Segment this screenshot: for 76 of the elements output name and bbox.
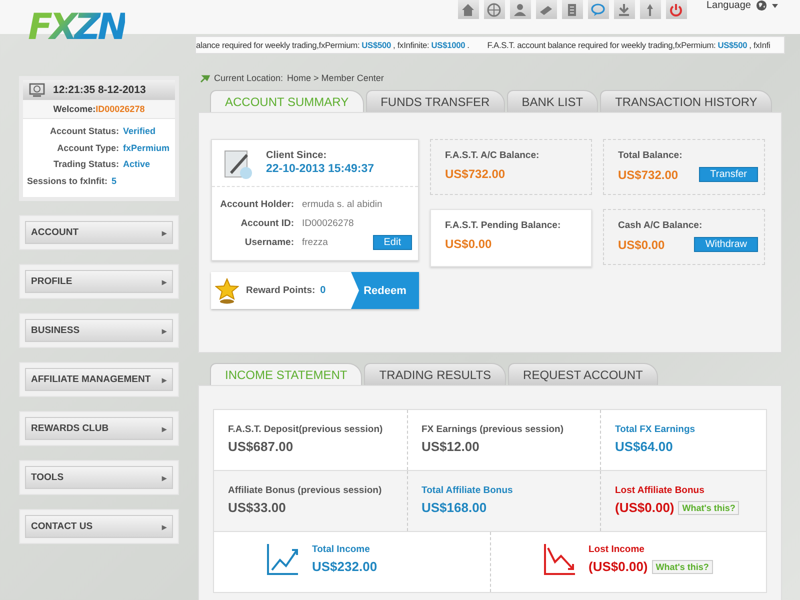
status-value: fxPermium <box>123 142 170 153</box>
menu-item[interactable]: ACCOUNT ▸ <box>25 221 173 244</box>
client-since-date: 22-10-2013 15:49:37 <box>266 163 374 175</box>
welcome-id: ID00026278 <box>96 104 145 114</box>
balance-amount: US$732.00 <box>618 168 678 182</box>
balance-amount: US$0.00 <box>618 238 665 252</box>
home-icon[interactable] <box>458 0 478 19</box>
location-label: Current Location: <box>214 73 284 83</box>
rising-chart-icon <box>266 544 300 576</box>
status-label: Sessions to fxInfit: <box>27 176 108 186</box>
chat-icon[interactable] <box>588 0 608 19</box>
globe-icon[interactable] <box>756 0 767 11</box>
income-label: Affiliate Bonus (previous session) <box>228 485 383 496</box>
income-amount: US$33.00 <box>228 500 286 515</box>
income-amount: US$687.00 <box>228 439 294 454</box>
balance-label: Total Balance: <box>618 150 684 161</box>
status-value: Active <box>123 159 150 170</box>
balance-amount: US$0.00 <box>445 237 492 251</box>
tab[interactable]: TRANSACTION HISTORY <box>600 90 772 112</box>
menu-item[interactable]: AFFILIATE MANAGEMENT ▸ <box>25 368 173 391</box>
user-icon[interactable] <box>510 0 530 19</box>
breadcrumb-path[interactable]: Home > Member Center <box>287 73 384 83</box>
power-icon[interactable] <box>666 0 686 19</box>
detail-label: Account Holder: <box>219 199 294 210</box>
pin-icon <box>200 73 210 83</box>
tab[interactable]: BANK LIST <box>506 90 598 112</box>
detail-value: ermuda s. al abidin <box>302 199 384 210</box>
income-label: Total FX Earnings <box>615 424 696 435</box>
income-amount: US$12.00 <box>422 439 480 454</box>
tab[interactable]: TRADING RESULTS <box>364 363 506 385</box>
status-label: Trading Status: <box>52 159 119 170</box>
clock-time: 12:21:35 8-12-2013 <box>53 84 146 96</box>
income-label: Total Affiliate Bonus <box>422 485 514 496</box>
document-icon[interactable] <box>562 0 582 19</box>
menu-item[interactable]: BUSINESS ▸ <box>25 319 173 342</box>
tab[interactable]: REQUEST ACCOUNT <box>508 363 658 385</box>
menu-item[interactable]: PROFILE ▸ <box>25 270 173 293</box>
income-amount: US$168.00 <box>422 500 487 515</box>
reward-value: 0 <box>320 285 326 296</box>
star-trophy-icon <box>215 278 239 304</box>
balance-label: F.A.S.T. A/C Balance: <box>445 150 540 161</box>
income-amount: (US$0.00) <box>615 500 674 515</box>
detail-value: frezza <box>302 237 329 248</box>
income-amount: (US$0.00) <box>588 559 648 574</box>
balance-amount: US$732.00 <box>445 167 506 181</box>
detail-label: Account ID: <box>240 218 294 229</box>
income-amount: US$64.00 <box>615 439 673 454</box>
news-ticker: alance required for weekly trading,fxPermium: US$500 , fxInfinite: US$1000 . F.A.S.T. account balance required for weekly trading,fxPermium: US$500 , fxInfi <box>195 36 785 54</box>
income-label: Total Income <box>312 544 371 555</box>
income-amount: US$232.00 <box>312 559 378 574</box>
menu-item[interactable]: REWARDS CLUB ▸ <box>25 417 173 440</box>
balance-label: Cash A/C Balance: <box>618 220 704 231</box>
income-label: F.A.S.T. Deposit(previous session) <box>228 424 384 435</box>
language-label[interactable]: Language <box>706 0 751 11</box>
document-pen-icon <box>222 148 254 180</box>
falling-chart-icon <box>542 544 576 576</box>
income-label: Lost Income <box>588 544 646 555</box>
welcome-label: Welcome: <box>53 104 96 114</box>
balance-label: F.A.S.T. Pending Balance: <box>445 220 562 231</box>
status-value: 5 <box>112 176 117 186</box>
status-label: Account Type: <box>56 142 119 153</box>
income-label: FX Earnings (previous session) <box>422 424 565 435</box>
detail-value: ID00026278 <box>302 218 355 229</box>
income-label: Lost Affiliate Bonus <box>615 485 706 496</box>
caret-icon[interactable] <box>772 4 778 8</box>
status-value: Verified <box>123 126 156 136</box>
download-icon[interactable] <box>614 0 634 19</box>
menu-item[interactable]: CONTACT US ▸ <box>25 515 173 538</box>
globe-icon[interactable] <box>484 0 504 19</box>
detail-label: Username: <box>244 237 294 248</box>
monitor-clock-icon <box>29 83 45 97</box>
status-label: Account Status: <box>48 126 119 136</box>
client-since-label: Client Since: <box>266 150 328 161</box>
menu-item[interactable]: TOOLS ▸ <box>25 466 173 489</box>
tab[interactable]: FUNDS TRANSFER <box>366 90 505 112</box>
reward-label: Reward Points: <box>246 285 316 296</box>
